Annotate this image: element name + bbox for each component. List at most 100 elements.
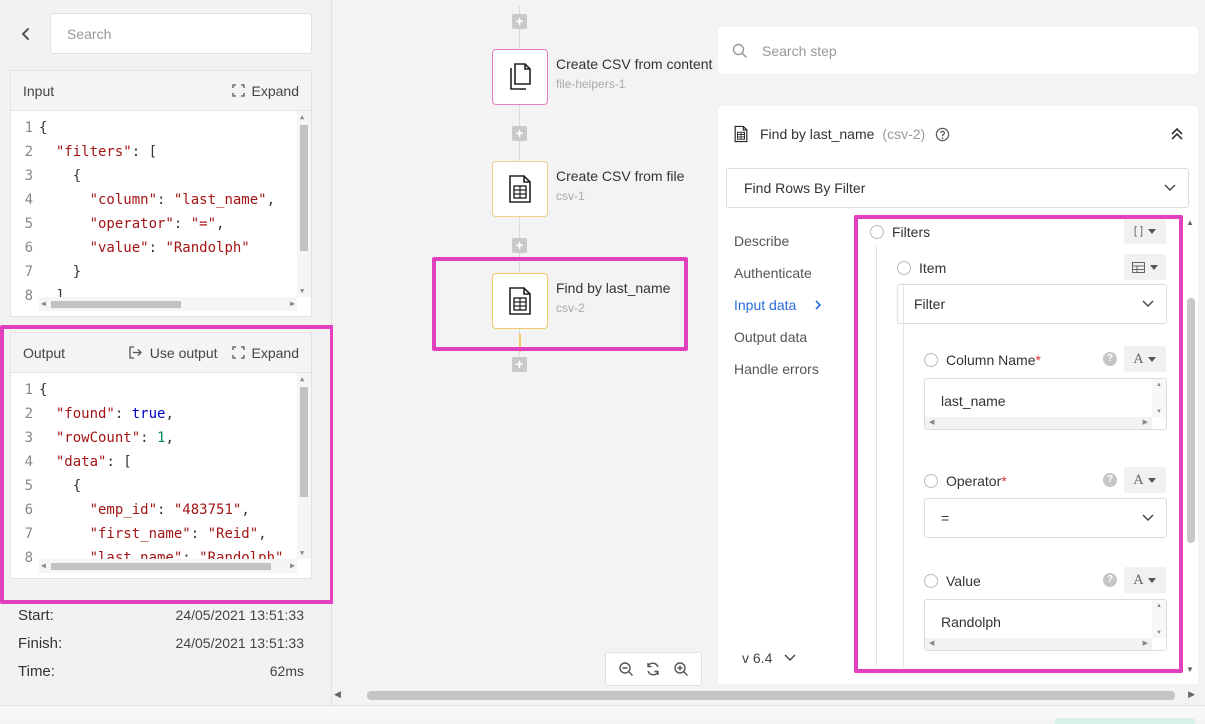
step-search-box <box>718 27 1198 74</box>
back-button[interactable] <box>14 22 38 46</box>
spreadsheet-icon <box>509 287 531 315</box>
config-vscroll-thumb[interactable] <box>1187 298 1195 543</box>
scroll-down-icon: ▼ <box>300 287 305 295</box>
code-text: { <box>39 120 48 136</box>
input-vertical-scrollbar[interactable]: ▲ ▼ <box>297 111 311 297</box>
item-type-button[interactable] <box>1124 254 1166 280</box>
operator-select[interactable]: = <box>924 498 1167 538</box>
help-icon[interactable]: ? <box>1103 352 1117 366</box>
operator-value: = <box>941 510 950 526</box>
code-line: 3 { <box>11 164 297 188</box>
code-text: "emp_id": "483751", <box>89 502 250 518</box>
scroll-right-icon: ▶ <box>1188 689 1195 699</box>
output-code-editor[interactable]: 1{2 "found": true, 3 "rowCount": 1, 4 "dat… <box>11 373 311 573</box>
input-panel: Input Expand 1{2 "filters": [3 {4 "colum… <box>10 70 312 317</box>
column-name-input[interactable]: last_name ▲ ▼ ◀ ▶ <box>924 378 1167 430</box>
operator-type-button[interactable]: A <box>1124 467 1166 493</box>
input-hscroll-thumb[interactable] <box>51 301 181 308</box>
code-line: 4 "column": "last_name", <box>11 188 297 212</box>
canvas-hscroll-thumb[interactable] <box>367 691 1175 700</box>
line-number: 2 <box>24 406 33 422</box>
node-1-title[interactable]: Create CSV from content <box>556 56 712 72</box>
method-select[interactable]: Find Rows By Filter <box>726 168 1189 208</box>
textarea-vscroll[interactable]: ▲ ▼ <box>1152 600 1166 638</box>
nav-handle-errors[interactable]: Handle errors <box>734 361 819 377</box>
text-type-icon: A <box>1133 472 1144 488</box>
scroll-down-icon: ▼ <box>300 549 305 557</box>
help-circle-icon[interactable] <box>935 127 950 142</box>
config-vertical-scrollbar[interactable]: ▲ ▼ <box>1184 218 1196 674</box>
zoom-in-icon[interactable] <box>673 661 689 677</box>
input-horizontal-scrollbar[interactable]: ◀ ▶ <box>39 297 297 311</box>
line-number: 4 <box>24 454 33 470</box>
help-icon[interactable]: ? <box>1103 573 1117 587</box>
node-3-title[interactable]: Find by last_name <box>556 280 670 296</box>
scroll-right-icon: ▶ <box>1142 419 1148 426</box>
code-line: 5 { <box>11 474 297 498</box>
input-vscroll-thumb[interactable] <box>300 125 308 251</box>
scroll-down-icon: ▼ <box>1156 409 1162 415</box>
node-create-csv-from-content[interactable] <box>492 49 548 105</box>
code-text: "rowCount": 1, <box>55 430 174 446</box>
filters-type-button[interactable]: [ ] <box>1124 218 1166 244</box>
filters-toggle[interactable] <box>870 225 884 239</box>
output-vscroll-thumb[interactable] <box>300 387 308 497</box>
collapse-icon[interactable] <box>1170 127 1184 141</box>
help-icon[interactable]: ? <box>1103 473 1117 487</box>
add-step-button[interactable]: + <box>512 14 527 29</box>
add-step-button[interactable]: + <box>512 357 527 372</box>
refresh-icon[interactable] <box>645 661 661 677</box>
spreadsheet-icon <box>509 175 531 203</box>
output-vertical-scrollbar[interactable]: ▲ ▼ <box>297 373 311 559</box>
node-create-csv-from-file[interactable] <box>492 161 548 217</box>
column-name-text: Column Name <box>946 352 1036 368</box>
line-number: 2 <box>24 144 33 160</box>
execution-stats: Start: 24/05/2021 13:51:33 Finish: 24/05… <box>10 600 312 695</box>
expand-icon <box>231 346 245 359</box>
column-name-toggle[interactable] <box>924 353 938 367</box>
code-text: { <box>39 478 82 494</box>
caret-down-icon <box>1150 264 1158 270</box>
node-3-sub: csv-2 <box>556 301 585 315</box>
line-number: 8 <box>24 288 33 304</box>
zoom-out-icon[interactable] <box>618 661 634 677</box>
input-panel-header: Input Expand <box>11 71 311 111</box>
scroll-right-icon: ▶ <box>290 299 295 308</box>
nav-describe[interactable]: Describe <box>734 233 789 249</box>
value-type-button[interactable]: A <box>1124 567 1166 593</box>
search-input[interactable] <box>51 14 311 53</box>
version-selector[interactable]: v 6.4 <box>742 650 796 666</box>
value-input[interactable]: Randolph ▲ ▼ ◀ ▶ <box>924 599 1167 651</box>
nav-input-data[interactable]: Input data <box>734 297 822 313</box>
output-expand-label: Expand <box>251 344 299 361</box>
value-toggle[interactable] <box>924 574 938 588</box>
output-expand-button[interactable]: Expand <box>231 344 299 361</box>
node-2-title[interactable]: Create CSV from file <box>556 168 684 184</box>
column-name-type-button[interactable]: A <box>1124 346 1166 372</box>
output-horizontal-scrollbar[interactable]: ◀ ▶ <box>39 559 297 573</box>
caret-down-icon <box>1148 356 1157 362</box>
textarea-hscroll[interactable]: ◀ ▶ <box>925 638 1152 650</box>
node-find-by-last-name[interactable] <box>492 273 548 329</box>
item-type-select[interactable]: Filter <box>897 284 1167 324</box>
use-output-button[interactable]: Use output <box>128 345 218 361</box>
value-value: Randolph <box>941 614 1001 630</box>
operator-toggle[interactable] <box>924 474 938 488</box>
nav-authenticate[interactable]: Authenticate <box>734 265 812 281</box>
stat-start: Start: 24/05/2021 13:51:33 <box>18 607 304 624</box>
nav-output-data[interactable]: Output data <box>734 329 807 345</box>
start-label: Start: <box>18 607 54 624</box>
chevron-down-icon <box>1142 300 1154 307</box>
item-toggle[interactable] <box>897 261 911 275</box>
add-step-button[interactable]: + <box>512 238 527 253</box>
input-expand-button[interactable]: Expand <box>231 83 299 99</box>
scroll-up-icon: ▲ <box>1156 603 1162 609</box>
add-step-button[interactable]: + <box>512 126 527 141</box>
textarea-vscroll[interactable]: ▲ ▼ <box>1152 379 1166 417</box>
input-code-editor[interactable]: 1{2 "filters": [3 {4 "column": "last_nam… <box>11 111 311 311</box>
textarea-hscroll[interactable]: ◀ ▶ <box>925 417 1152 429</box>
step-search-input[interactable] <box>762 42 1162 59</box>
output-hscroll-thumb[interactable] <box>51 563 271 570</box>
canvas-horizontal-scrollbar[interactable]: ◀ ▶ <box>333 689 1195 701</box>
scroll-up-icon: ▲ <box>1186 218 1194 227</box>
